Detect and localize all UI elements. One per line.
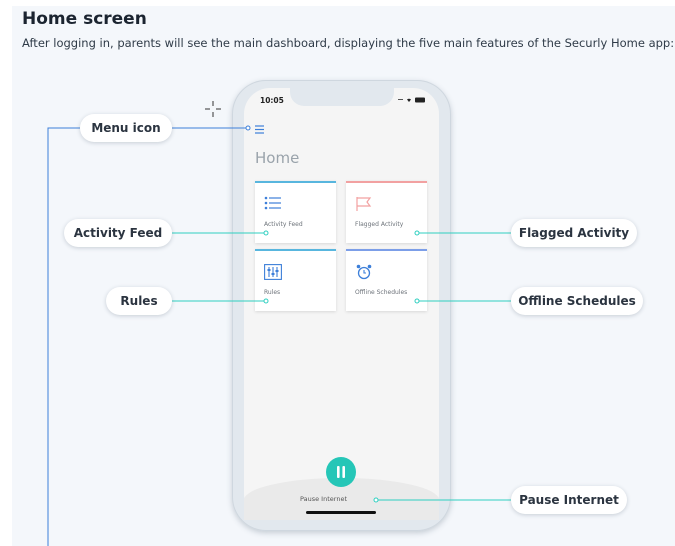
- callout-offline-schedules: Offline Schedules: [511, 287, 643, 315]
- connector-lines: [47, 125, 511, 546]
- callout-flagged-activity: Flagged Activity: [511, 219, 637, 247]
- menu-side-line: [47, 127, 80, 546]
- callout-rules: Rules: [106, 287, 172, 315]
- callout-pause-internet: Pause Internet: [511, 486, 627, 514]
- callout-activity-feed: Activity Feed: [64, 219, 172, 247]
- callout-menu-icon: Menu icon: [80, 114, 172, 142]
